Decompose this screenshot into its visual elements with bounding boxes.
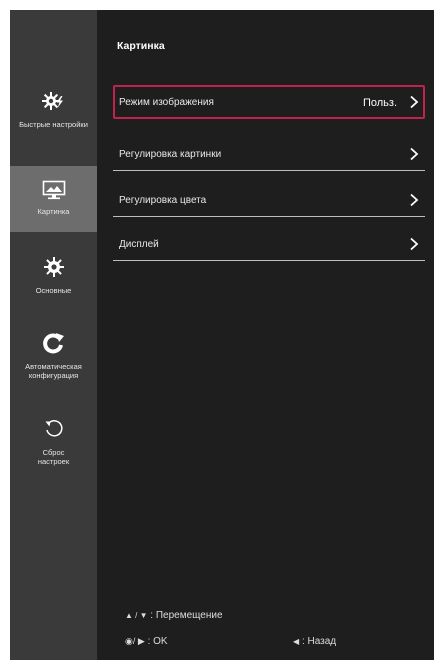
- sidebar-item-auto-config[interactable]: Автоматическая конфигурация: [10, 332, 97, 392]
- sidebar-item-picture[interactable]: Картинка: [10, 166, 97, 232]
- sidebar-item-general[interactable]: Основные: [10, 256, 97, 304]
- sidebar-item-label-line2: настроек: [37, 457, 70, 466]
- sidebar-item-label-line2: конфигурация: [28, 371, 79, 380]
- menu-divider: [113, 216, 425, 217]
- back-arrow-icon: ◀: [293, 637, 300, 646]
- key-hints: ▲ / ▼ : Перемещение ◉/ ▶ : OK ◀ : Назад: [117, 604, 417, 660]
- menu-item-label: Регулировка картинки: [119, 149, 222, 160]
- menu-item-picture-adjust[interactable]: Регулировка картинки: [113, 137, 425, 171]
- sidebar-item-label-line1: Сброс: [42, 448, 65, 457]
- chevron-right-icon: [409, 193, 419, 210]
- menu-divider: [113, 170, 425, 171]
- picture-icon: [10, 166, 97, 205]
- auto-config-icon: [10, 332, 97, 359]
- sidebar-item-reset[interactable]: Сброс настроек: [10, 418, 97, 478]
- sidebar-item-label: Картинка: [37, 207, 70, 216]
- sidebar-item-label: Быстрые настройки: [19, 120, 88, 129]
- menu-item-display[interactable]: Дисплей: [113, 227, 425, 261]
- hint-ok-label: : OK: [147, 636, 168, 647]
- menu-item-label: Дисплей: [119, 239, 159, 250]
- chevron-right-icon: [409, 95, 419, 112]
- ok-play-icon: ◉/ ▶: [125, 636, 145, 646]
- menu-divider: [113, 260, 425, 261]
- hint-back-label: : Назад: [301, 636, 337, 647]
- hint-move-label: : Перемещение: [150, 610, 223, 621]
- sidebar-item-label: Основные: [35, 286, 72, 295]
- hint-back: ◀ : Назад: [293, 636, 336, 647]
- menu-item-label: Режим изображения: [119, 97, 214, 108]
- main-panel: Картинка Режим изображения Польз. Регули…: [97, 10, 434, 660]
- reset-icon: [10, 418, 97, 445]
- chevron-right-icon: [409, 237, 419, 254]
- gear-icon: [10, 256, 97, 283]
- menu-item-label: Регулировка цвета: [119, 195, 207, 206]
- osd-window: Быстрые настройки Картинка Основные Авто…: [10, 10, 434, 660]
- quick-settings-icon: [10, 90, 97, 117]
- menu-item-picture-mode[interactable]: Режим изображения Польз.: [113, 85, 425, 119]
- chevron-right-icon: [409, 147, 419, 164]
- menu-item-value: Польз.: [362, 97, 397, 109]
- hint-ok: ◉/ ▶ : OK: [125, 636, 168, 647]
- page-title: Картинка: [117, 40, 165, 52]
- sidebar-item-label-line1: Автоматическая: [25, 362, 82, 371]
- sidebar: Быстрые настройки Картинка Основные Авто…: [10, 10, 97, 660]
- menu-item-color-adjust[interactable]: Регулировка цвета: [113, 183, 425, 217]
- sidebar-item-quick-settings[interactable]: Быстрые настройки: [10, 90, 97, 140]
- up-down-arrow-icon: ▲ / ▼: [125, 611, 148, 620]
- hint-move: ▲ / ▼ : Перемещение: [125, 610, 223, 621]
